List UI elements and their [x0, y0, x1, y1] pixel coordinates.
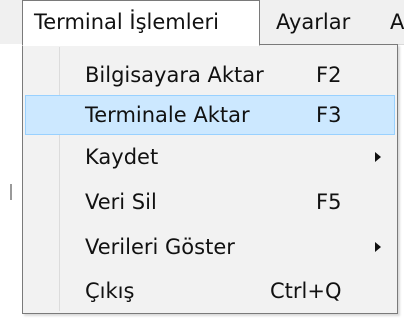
menu-item-verileri-goster[interactable]: Verileri Göster	[25, 227, 395, 267]
menu-item-label: Verileri Göster	[85, 235, 235, 259]
menu-item-label: Veri Sil	[85, 190, 157, 214]
app-window: Terminal İşlemleri Ayarlar A Bilgisayara…	[0, 0, 404, 322]
window-edge-divider	[10, 184, 12, 200]
menu-item-label: Bilgisayara Aktar	[85, 63, 264, 87]
menu-item-veri-sil[interactable]: Veri Sil F5	[25, 182, 395, 222]
menu-item-terminale-aktar[interactable]: Terminale Aktar F3	[25, 95, 395, 135]
menu-ayarlar[interactable]: Ayarlar	[276, 0, 350, 44]
menu-item-shortcut: F2	[316, 63, 342, 87]
terminal-islemleri-dropdown: Bilgisayara Aktar F2 Terminale Aktar F3 …	[22, 44, 398, 314]
menu-item-label: Terminale Aktar	[85, 103, 250, 127]
menu-item-shortcut: F5	[316, 190, 342, 214]
menu-item-shortcut: Ctrl+Q	[270, 279, 342, 303]
menu-truncated-item[interactable]: A	[390, 0, 404, 44]
menu-terminal-islemleri[interactable]: Terminal İşlemleri	[22, 0, 260, 46]
menu-item-label: Kaydet	[85, 145, 159, 169]
menubar: Terminal İşlemleri Ayarlar A	[0, 0, 404, 46]
submenu-arrow-icon	[375, 242, 381, 252]
menu-item-kaydet[interactable]: Kaydet	[25, 137, 395, 177]
submenu-arrow-icon	[375, 152, 381, 162]
menu-item-cikis[interactable]: Çıkış Ctrl+Q	[25, 271, 395, 311]
menu-item-bilgisayara-aktar[interactable]: Bilgisayara Aktar F2	[25, 55, 395, 95]
menu-item-label: Çıkış	[85, 279, 135, 303]
window-edge	[0, 44, 22, 322]
menu-item-shortcut: F3	[316, 103, 342, 127]
